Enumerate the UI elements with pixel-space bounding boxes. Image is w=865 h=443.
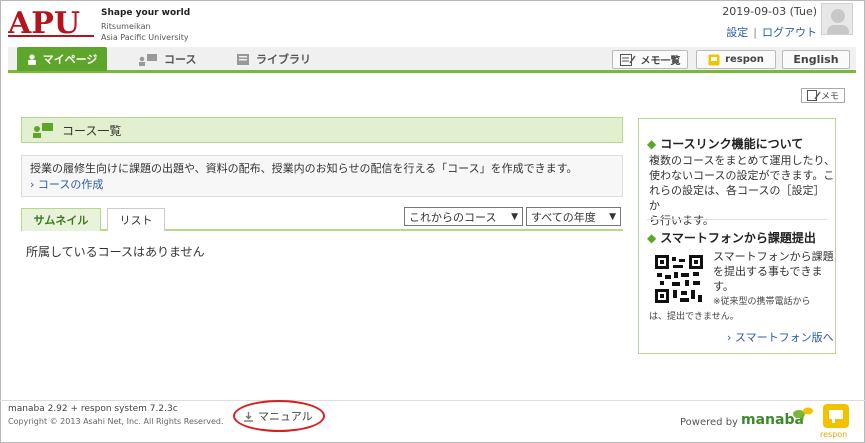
- course-link-text-line: 使わないコースの設定ができます。こ: [649, 169, 835, 182]
- smartphone-text-line: を提出する事もできま: [713, 265, 823, 278]
- course-link-text-line: れらの設定は、各コースの［設定］か: [649, 184, 825, 212]
- diamond-icon: ◆: [647, 231, 657, 245]
- memo-list-button[interactable]: メモ一覧: [612, 50, 688, 69]
- settings-link[interactable]: 設定: [726, 26, 748, 39]
- version-text: manaba 2.92 + respon system 7.2.3c: [8, 404, 178, 414]
- tab-thumbnail[interactable]: サムネイル: [21, 208, 101, 231]
- library-icon: [237, 53, 249, 65]
- tab-library[interactable]: ライブラリ: [236, 47, 311, 71]
- tab-mypage-label: マイページ: [42, 53, 98, 66]
- course-filter-select[interactable]: これからのコース ▼: [404, 207, 523, 226]
- course-list-header: コース一覧: [21, 117, 623, 143]
- view-tabs: サムネイル リスト これからのコース ▼ すべての年度 ▼: [21, 207, 623, 231]
- smartphone-version-link-label: スマートフォン版へ: [734, 331, 834, 344]
- org-line-1: Ritsumeikan: [101, 22, 151, 31]
- respon-logo-icon: [823, 404, 849, 428]
- qr-code-icon: [655, 255, 703, 303]
- footer-divider: [0, 400, 865, 401]
- smartphone-title: ◆ スマートフォンから課題提出: [647, 229, 816, 246]
- header-links: 設定 | ログアウト: [726, 24, 817, 40]
- logout-link[interactable]: ログアウト: [762, 26, 817, 39]
- respon-label: respon: [725, 54, 764, 65]
- separator: |: [753, 26, 757, 39]
- course-link-text-line: 複数のコースをまとめて運用したり、: [649, 154, 836, 167]
- create-course-link[interactable]: コースの作成: [38, 178, 103, 191]
- tab-course-label: コース: [164, 53, 197, 66]
- course-link-text-line: ら行います。: [649, 214, 714, 227]
- memo-button[interactable]: メモ: [801, 88, 845, 103]
- tagline: Shape your world: [101, 8, 191, 18]
- header: APU Shape your world Ritsumeikan Asia Pa…: [0, 0, 865, 46]
- dropdown-arrow-icon: ▼: [511, 211, 518, 222]
- manual-link[interactable]: マニュアル: [243, 408, 313, 424]
- smartphone-note-2: は、提出できません。: [649, 312, 739, 322]
- info-text: 授業の履修生向けに課題の出題や、資料の配布、授業内のお知らせの配信を行える「コー…: [30, 162, 578, 175]
- sidebar-divider: [647, 219, 827, 220]
- copyright-text: Copyright © 2013 Asahi Net, Inc. All Rig…: [8, 417, 224, 426]
- respon-icon: [708, 54, 720, 65]
- smartphone-note-1: ※従来型の携帯電話から: [713, 297, 811, 307]
- course-link-title: ◆ コースリンク機能について: [647, 135, 803, 152]
- course-link-text: 複数のコースをまとめて運用したり、 使わないコースの設定ができます。こ れらの設…: [649, 153, 835, 228]
- chevron-right-icon: ›: [727, 331, 732, 344]
- create-course-row: › コースの作成: [30, 177, 614, 193]
- global-nav: マイページ コース ライブラリ メモ一覧 respon English: [8, 47, 856, 73]
- powered-by-text: Powered by: [680, 417, 738, 428]
- smartphone-text-line: す。: [713, 280, 734, 293]
- course-list-icon: [33, 123, 53, 138]
- tab-list[interactable]: リスト: [107, 208, 165, 231]
- logo-text: Shape your world Ritsumeikan Asia Pacifi…: [101, 8, 190, 43]
- chevron-right-icon: ›: [30, 178, 35, 191]
- respon-logo-text: respon: [820, 430, 848, 439]
- smartphone-text-line: スマートフォンから課題: [713, 250, 834, 263]
- info-box: 授業の履修生向けに課題の出題や、資料の配布、授業内のお知らせの配信を行える「コー…: [21, 155, 623, 197]
- smartphone-version-link[interactable]: › スマートフォン版へ: [727, 329, 834, 345]
- memo-list-label: メモ一覧: [640, 56, 681, 67]
- course-filter-value: これからのコース: [409, 210, 497, 224]
- tab-course[interactable]: コース: [138, 47, 196, 71]
- sidebar: ◆ コースリンク機能について 複数のコースをまとめて運用したり、 使わないコースの…: [638, 118, 836, 354]
- year-filter-value: すべての年度: [531, 210, 596, 224]
- current-date: 2019-09-03 (Tue): [722, 5, 817, 18]
- respon-button[interactable]: respon: [696, 50, 776, 69]
- memo-label: メモ: [820, 92, 839, 102]
- smartphone-text: スマートフォンから課題 を提出する事もできま す。: [713, 249, 834, 294]
- tab-library-label: ライブラリ: [256, 53, 311, 66]
- manaba-leaf-icon: [793, 407, 813, 425]
- memo-icon: [806, 90, 821, 101]
- memo-icon: [619, 53, 636, 66]
- manual-link-label: マニュアル: [258, 410, 313, 423]
- year-filter-select[interactable]: すべての年度 ▼: [526, 207, 621, 226]
- language-button[interactable]: English: [782, 50, 850, 69]
- course-list-title: コース一覧: [62, 123, 122, 138]
- empty-message: 所属しているコースはありません: [26, 245, 205, 259]
- apu-logo[interactable]: APU: [8, 6, 94, 38]
- org-line-2: Asia Pacific University: [101, 33, 189, 42]
- course-icon: [139, 53, 157, 66]
- smartphone-title-text: スマートフォンから課題提出: [660, 231, 816, 245]
- user-avatar-icon[interactable]: [821, 3, 853, 35]
- tab-mypage[interactable]: マイページ: [17, 47, 107, 71]
- download-icon: [244, 411, 253, 422]
- dropdown-arrow-icon: ▼: [609, 211, 616, 222]
- diamond-icon: ◆: [647, 137, 657, 151]
- logo-mark-text: APU: [8, 6, 80, 38]
- person-icon: [27, 53, 36, 65]
- course-link-title-text: コースリンク機能について: [660, 137, 804, 151]
